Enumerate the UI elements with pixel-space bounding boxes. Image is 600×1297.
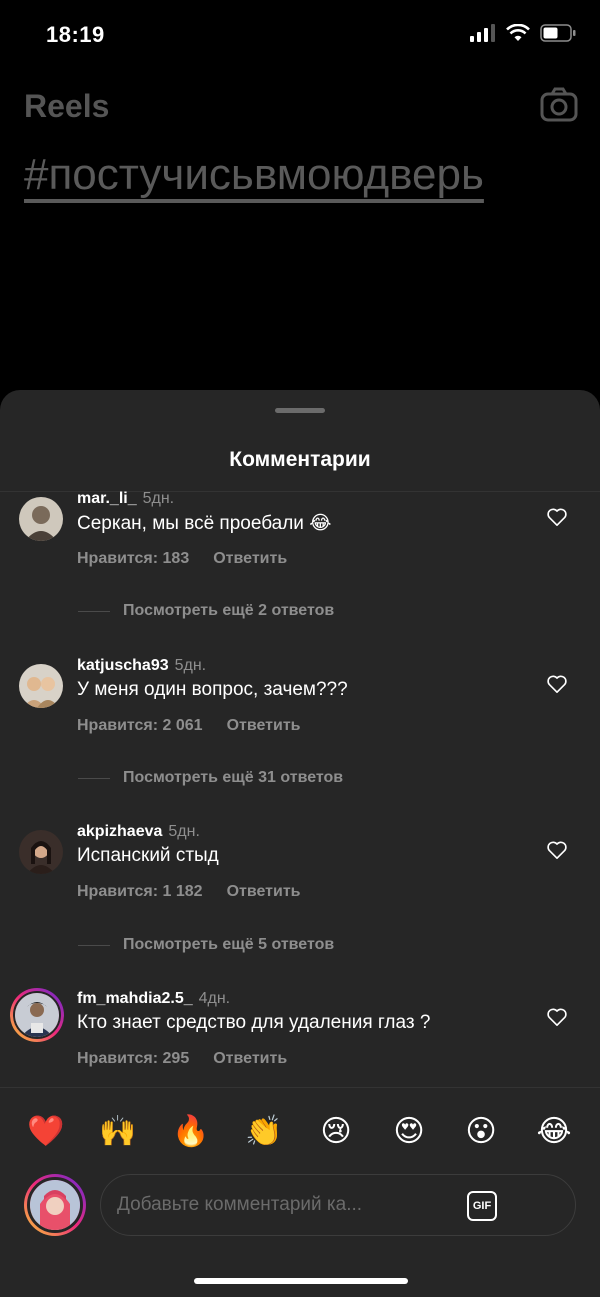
comment-meta: Нравится: 295 Ответить: [77, 1050, 287, 1068]
like-count[interactable]: Нравится: 295: [77, 1050, 189, 1068]
reply-button[interactable]: Ответить: [227, 883, 301, 901]
reply-button[interactable]: Ответить: [213, 1050, 287, 1068]
comment-item: katjuscha93 5дн. У меня один вопрос, заче…: [0, 657, 600, 767]
divider: [0, 1087, 600, 1088]
avatar: [13, 991, 61, 1039]
emoji-laughing[interactable]: 😂: [534, 1112, 574, 1152]
avatar[interactable]: [19, 830, 63, 874]
comments-sheet: Комментарии mar._li_ 5дн. Серкан, мы всё …: [0, 390, 600, 1297]
comment-text: Кто знает средство для удаления глаз ?: [77, 1012, 431, 1033]
gif-button[interactable]: GIF: [467, 1191, 497, 1221]
view-more-replies[interactable]: Посмотреть ещё 2 ответов: [0, 600, 600, 624]
emoji-red-heart[interactable]: ❤️: [26, 1112, 66, 1152]
divider: [78, 945, 110, 946]
comment-item: fm_mahdia2.5_ 4дн. Кто знает средство для…: [0, 988, 600, 1100]
like-count[interactable]: Нравится: 183: [77, 550, 189, 568]
reply-button[interactable]: Ответить: [213, 550, 287, 568]
comment-composer: GIF: [100, 1174, 576, 1236]
reply-button[interactable]: Ответить: [227, 717, 301, 735]
view-more-label[interactable]: Посмотреть ещё 5 ответов: [123, 936, 334, 954]
emoji-surprised[interactable]: 😮: [461, 1112, 501, 1152]
status-time: 18:19: [46, 22, 105, 47]
comment-username[interactable]: akpizhaeva 5дн.: [77, 823, 200, 841]
home-indicator[interactable]: [194, 1278, 408, 1284]
comment-meta: Нравится: 2 061 Ответить: [77, 717, 301, 735]
comment-input[interactable]: [117, 1175, 457, 1235]
cellular-signal-icon: [470, 24, 495, 42]
reels-title: Reels: [24, 88, 110, 124]
wifi-icon: [506, 24, 530, 41]
view-more-label[interactable]: Посмотреть ещё 2 ответов: [123, 602, 334, 620]
emoji-fire[interactable]: 🔥: [171, 1112, 211, 1152]
comment-text: Испанский стыд: [77, 845, 219, 866]
view-more-replies[interactable]: Посмотреть ещё 31 ответов: [0, 767, 600, 791]
comment-meta: Нравится: 183 Ответить: [77, 550, 287, 568]
sheet-title: Комментарии: [229, 448, 371, 471]
status-bar: 18:19: [0, 0, 600, 72]
avatar: [27, 1177, 83, 1233]
avatar-story-ring[interactable]: [10, 988, 64, 1042]
comment-date: 5дн.: [168, 823, 200, 840]
heart-icon[interactable]: [546, 840, 568, 860]
comment-text: Серкан, мы всё проебали 😂: [77, 513, 332, 534]
comment-date: 5дн.: [174, 657, 207, 674]
heart-icon[interactable]: [546, 1007, 568, 1027]
comment-date: 4дн.: [198, 990, 231, 1007]
status-icons: [470, 24, 576, 42]
hashtag-link[interactable]: #постучисьвмоюдверь: [24, 150, 484, 200]
like-count[interactable]: Нравится: 1 182: [77, 883, 203, 901]
camera-icon[interactable]: [540, 86, 578, 124]
view-more-label[interactable]: Посмотреть ещё 31 ответов: [123, 769, 343, 787]
avatar[interactable]: [19, 497, 63, 541]
emoji-crying[interactable]: 😢: [316, 1112, 356, 1152]
comment-item: akpizhaeva 5дн. Испанский стыд Нравится: …: [0, 823, 600, 933]
comment-date: 5дн.: [142, 490, 175, 507]
emoji-heart-eyes[interactable]: 😍: [389, 1112, 429, 1152]
like-count[interactable]: Нравится: 2 061: [77, 717, 203, 735]
heart-icon[interactable]: [546, 507, 568, 527]
comment-username[interactable]: katjuscha93 5дн.: [77, 657, 206, 675]
comment-item: mar._li_ 5дн. Серкан, мы всё проебали 😂 Н…: [0, 490, 600, 600]
emoji-reaction-bar: ❤️ 🙌 🔥 👏 😢 😍 😮 😂: [0, 1112, 600, 1152]
comment-meta: Нравится: 1 182 Ответить: [77, 883, 301, 901]
divider: [78, 611, 110, 612]
emoji-clapping[interactable]: 👏: [244, 1112, 284, 1152]
comment-username[interactable]: fm_mahdia2.5_ 4дн.: [77, 990, 230, 1008]
divider: [78, 778, 110, 779]
sheet-drag-handle[interactable]: [275, 408, 325, 413]
view-more-replies[interactable]: Посмотреть ещё 5 ответов: [0, 934, 600, 958]
heart-icon[interactable]: [546, 674, 568, 694]
emoji-raising-hands[interactable]: 🙌: [98, 1112, 138, 1152]
avatar[interactable]: [19, 664, 63, 708]
comment-username[interactable]: mar._li_ 5дн.: [77, 490, 174, 508]
comment-text: У меня один вопрос, зачем???: [77, 679, 348, 700]
current-user-avatar[interactable]: [24, 1174, 86, 1236]
battery-icon: [540, 24, 576, 42]
